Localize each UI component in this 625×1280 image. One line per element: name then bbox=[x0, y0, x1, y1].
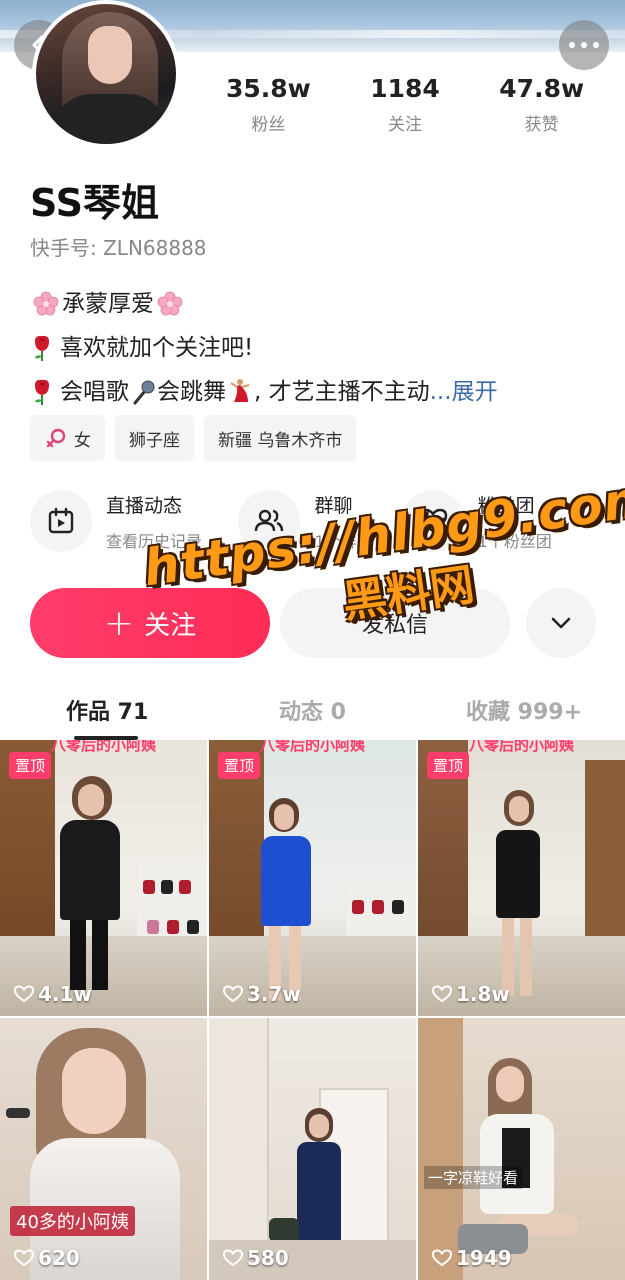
tag-zodiac: 狮子座 bbox=[115, 415, 194, 461]
tab-favorites[interactable]: 收藏 999+ bbox=[466, 694, 582, 726]
more-button[interactable] bbox=[559, 20, 609, 70]
feature-group-chat[interactable]: 群聊 1个群聊 bbox=[238, 490, 401, 552]
tag-label: 女 bbox=[74, 430, 91, 451]
message-button[interactable]: 发私信 bbox=[280, 588, 510, 658]
heart-badge-icon bbox=[401, 490, 464, 552]
stat-value: 35.8w bbox=[225, 74, 311, 103]
cherry-blossom-icon bbox=[33, 291, 59, 316]
rose-icon bbox=[35, 379, 49, 405]
expand-bio-link[interactable]: 展开 bbox=[452, 370, 498, 414]
heart-icon bbox=[432, 985, 452, 1003]
bio-text: 喜欢就加个关注吧! bbox=[60, 335, 254, 361]
stat-following[interactable]: 1184 关注 bbox=[337, 74, 474, 135]
stat-label: 粉丝 bbox=[251, 115, 286, 135]
heart-icon bbox=[14, 1249, 34, 1267]
feature-title: 直播动态 bbox=[106, 494, 183, 517]
follow-button[interactable]: + 关注 bbox=[30, 588, 270, 658]
rose-icon bbox=[35, 335, 49, 361]
like-value: 620 bbox=[38, 1246, 80, 1270]
heart-icon bbox=[223, 985, 243, 1003]
bio-line: 喜欢就加个关注吧! bbox=[30, 326, 498, 370]
profile-stats: 35.8w 粉丝 1184 关注 47.8w 获赞 bbox=[200, 74, 610, 135]
stat-fans[interactable]: 35.8w 粉丝 bbox=[200, 74, 337, 135]
like-value: 1.8w bbox=[456, 982, 510, 1006]
stat-value: 1184 bbox=[370, 74, 440, 103]
bio-text: 会唱歌 bbox=[60, 379, 129, 405]
like-count: 3.7w bbox=[223, 982, 301, 1006]
tag-label: 狮子座 bbox=[129, 430, 180, 451]
follow-label: 关注 bbox=[144, 610, 197, 641]
video-card[interactable]: 一字凉鞋好看 1949 bbox=[418, 1018, 625, 1280]
bio-text: , 才艺主播不主动 bbox=[254, 379, 430, 405]
video-card[interactable]: 八零后的小阿姨 置顶 4.1w bbox=[0, 740, 207, 1016]
profile-name: SS琴姐 bbox=[30, 181, 160, 225]
profile-features: 直播动态 查看历史记录 群聊 1个群聊 粉丝团 1个粉丝团 bbox=[30, 490, 610, 552]
like-value: 3.7w bbox=[247, 982, 301, 1006]
feature-subtitle: 1个群聊 bbox=[314, 531, 373, 551]
like-count: 620 bbox=[14, 1246, 80, 1270]
content-tabs: 作品 71 动态 0 收藏 999+ bbox=[0, 690, 625, 730]
microphone-icon bbox=[133, 380, 155, 405]
like-count: 1.8w bbox=[432, 982, 510, 1006]
cherry-blossom-icon bbox=[157, 291, 183, 316]
video-card[interactable]: 40多的小阿姨 620 bbox=[0, 1018, 207, 1280]
pinned-badge: 置顶 bbox=[427, 752, 470, 779]
more-actions-button[interactable] bbox=[526, 588, 596, 658]
dancer-icon bbox=[230, 379, 250, 402]
heart-icon bbox=[14, 985, 34, 1003]
stat-value: 47.8w bbox=[499, 74, 585, 103]
bio-line: 承蒙厚爱 bbox=[30, 282, 498, 326]
bio-ellipsis: ... bbox=[429, 379, 452, 405]
like-value: 1949 bbox=[456, 1246, 512, 1270]
message-label: 发私信 bbox=[361, 613, 428, 638]
stat-label: 关注 bbox=[388, 115, 422, 135]
tab-works[interactable]: 作品 71 bbox=[66, 694, 148, 726]
like-count: 580 bbox=[223, 1246, 289, 1270]
like-count: 4.1w bbox=[14, 982, 92, 1006]
heart-icon bbox=[223, 1249, 243, 1267]
bio-text: 承蒙厚爱 bbox=[62, 291, 154, 317]
like-value: 580 bbox=[247, 1246, 289, 1270]
feature-subtitle: 1个粉丝团 bbox=[477, 531, 552, 551]
tag-label: 新疆 乌鲁木齐市 bbox=[218, 430, 343, 451]
profile-uid[interactable]: 快手号: ZLN68888 bbox=[30, 232, 207, 261]
video-caption: 一字凉鞋好看 bbox=[424, 1166, 523, 1189]
calendar-play-icon bbox=[30, 490, 92, 552]
feature-fan-club[interactable]: 粉丝团 1个粉丝团 bbox=[401, 490, 610, 552]
video-card[interactable]: 580 bbox=[209, 1018, 416, 1280]
profile-tags: 女 狮子座 新疆 乌鲁木齐市 bbox=[30, 415, 357, 461]
female-icon bbox=[46, 428, 66, 448]
tag-location: 新疆 乌鲁木齐市 bbox=[204, 415, 357, 461]
feature-title: 群聊 bbox=[314, 494, 353, 517]
pinned-badge: 置顶 bbox=[218, 752, 261, 779]
like-value: 4.1w bbox=[38, 982, 92, 1006]
video-grid: 八零后的小阿姨 置顶 4.1w 八零后的小阿姨 置顶 3.7w 八零后的小阿姨 … bbox=[0, 740, 625, 1280]
like-count: 1949 bbox=[432, 1246, 512, 1270]
video-caption: 40多的小阿姨 bbox=[10, 1206, 135, 1236]
bio-line: 会唱歌 会跳舞 , 才艺主播不主动 ... 展开 bbox=[30, 370, 498, 414]
pinned-badge: 置顶 bbox=[9, 752, 52, 779]
more-dots-icon bbox=[569, 42, 575, 48]
stat-label: 获赞 bbox=[524, 115, 559, 135]
group-icon bbox=[238, 490, 301, 552]
tab-moments[interactable]: 动态 0 bbox=[279, 694, 346, 726]
chevron-down-icon bbox=[551, 617, 571, 629]
video-card[interactable]: 八零后的小阿姨 置顶 1.8w bbox=[418, 740, 625, 1016]
stat-likes[interactable]: 47.8w 获赞 bbox=[473, 74, 610, 135]
feature-title: 粉丝团 bbox=[477, 494, 535, 517]
profile-bio: 承蒙厚爱 喜欢就加个关注吧! 会唱歌 会跳舞 , 才艺主播不主动 ... 展开 bbox=[30, 282, 498, 414]
feature-subtitle: 查看历史记录 bbox=[106, 531, 203, 551]
video-card[interactable]: 八零后的小阿姨 置顶 3.7w bbox=[209, 740, 416, 1016]
avatar[interactable] bbox=[32, 0, 180, 148]
tag-gender: 女 bbox=[30, 415, 105, 461]
feature-live-history[interactable]: 直播动态 查看历史记录 bbox=[30, 490, 238, 552]
plus-icon: + bbox=[103, 602, 135, 644]
heart-icon bbox=[432, 1249, 452, 1267]
bio-text: 会跳舞 bbox=[157, 379, 226, 405]
